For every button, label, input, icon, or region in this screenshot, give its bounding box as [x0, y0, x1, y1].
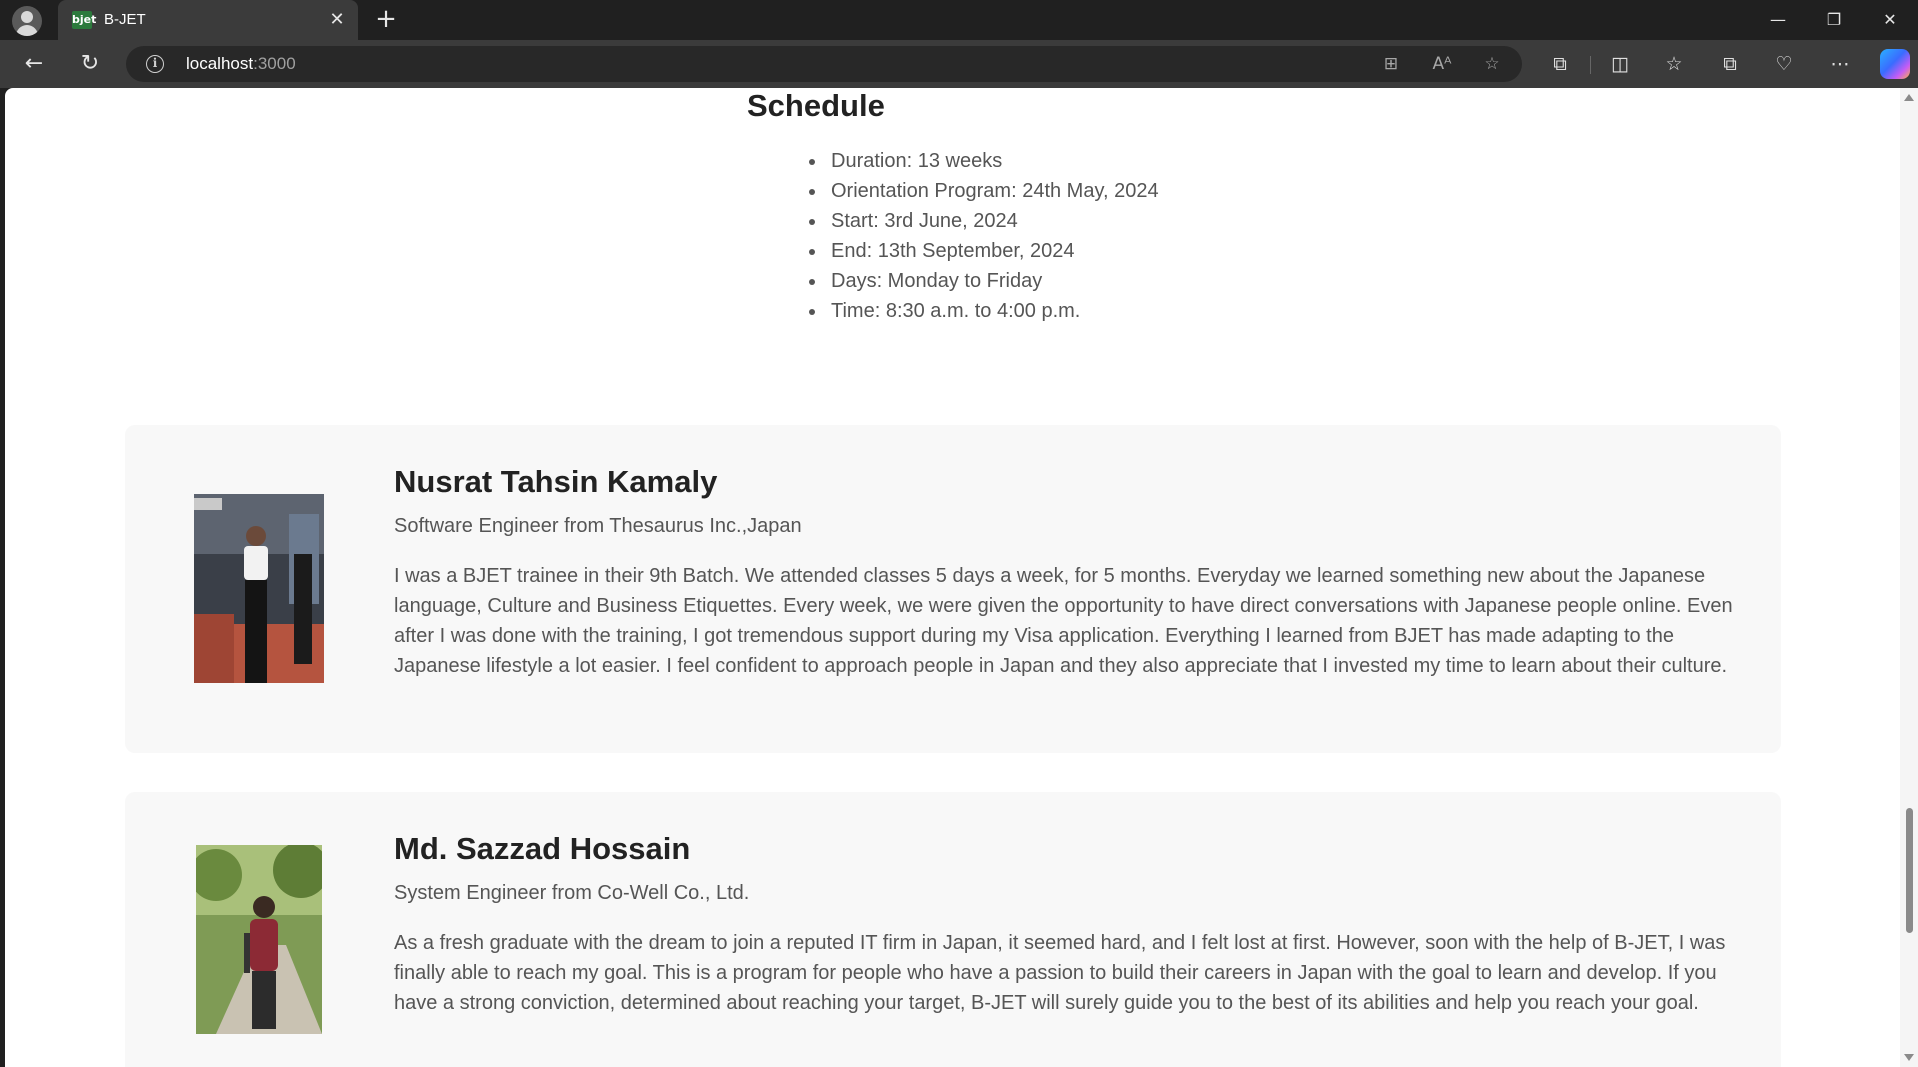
schedule-item: Duration: 13 weeks	[827, 146, 1159, 176]
testimonial-name: Nusrat Tahsin Kamaly	[394, 464, 718, 499]
testimonial-role: System Engineer from Co-Well Co., Ltd.	[394, 882, 750, 904]
testimonial-name: Md. Sazzad Hossain	[394, 831, 691, 866]
window-close-icon[interactable]: ✕	[1862, 0, 1918, 40]
puzzle-icon[interactable]: ⧉	[1546, 50, 1574, 78]
info-icon[interactable]: i	[146, 55, 164, 73]
schedule-item: Time: 8:30 a.m. to 4:00 p.m.	[827, 296, 1159, 326]
browser-tab-active[interactable]: bjet B-JET ✕	[58, 0, 358, 40]
back-arrow-icon[interactable]: ←	[18, 48, 50, 80]
address-bar[interactable]: i localhost:3000 ⊞ Aᴬ ☆	[126, 46, 1522, 82]
tab-title: B-JET	[104, 11, 146, 28]
testimonial-text: I was a BJET trainee in their 9th Batch.…	[394, 565, 1733, 677]
url-port: :3000	[253, 54, 296, 73]
more-icon[interactable]: ⋯	[1826, 50, 1854, 78]
close-tab-icon[interactable]: ✕	[326, 9, 348, 31]
testimonial-photo	[196, 845, 322, 1034]
bjet-favicon-icon: bjet	[72, 11, 96, 29]
scroll-down-arrow-icon[interactable]	[1904, 1054, 1914, 1061]
collections-icon[interactable]: ⧉	[1716, 50, 1744, 78]
schedule-heading: Schedule	[747, 88, 885, 123]
copilot-icon[interactable]	[1880, 49, 1910, 79]
testimonial-text: As a fresh graduate with the dream to jo…	[394, 932, 1726, 1014]
testimonial-card: Md. Sazzad Hossain System Engineer from …	[125, 792, 1781, 1067]
split-screen-icon[interactable]: ◫	[1606, 50, 1634, 78]
schedule-item: Days: Monday to Friday	[827, 266, 1159, 296]
toolbar-divider	[1590, 56, 1591, 74]
scrollbar-thumb[interactable]	[1906, 808, 1913, 933]
schedule-item: Start: 3rd June, 2024	[827, 206, 1159, 236]
vertical-scrollbar[interactable]	[1900, 88, 1918, 1067]
browser-toolbar: ← ↻ i localhost:3000 ⊞ Aᴬ ☆ ⧉ ◫ ☆ ⧉ ♡ ⋯	[0, 40, 1918, 88]
star-icon[interactable]: ☆	[1481, 53, 1503, 75]
favorites-icon[interactable]: ☆	[1660, 50, 1688, 78]
tab-strip: bjet B-JET ✕ + — ❐ ✕	[0, 0, 1918, 40]
new-tab-icon[interactable]: +	[372, 6, 400, 34]
heart-pulse-icon[interactable]: ♡	[1770, 50, 1798, 78]
testimonial-card: Nusrat Tahsin Kamaly Software Engineer f…	[125, 425, 1781, 753]
profile-avatar[interactable]	[12, 6, 42, 36]
schedule-item: Orientation Program: 24th May, 2024	[827, 176, 1159, 206]
refresh-icon[interactable]: ↻	[74, 48, 106, 80]
testimonial-photo	[194, 494, 324, 683]
minimize-icon[interactable]: —	[1750, 0, 1806, 40]
read-aloud-icon[interactable]: Aᴬ	[1431, 53, 1453, 75]
page-viewport: Schedule Duration: 13 weeks Orientation …	[5, 88, 1918, 1067]
restore-icon[interactable]: ❐	[1806, 0, 1862, 40]
schedule-item: End: 13th September, 2024	[827, 236, 1159, 266]
schedule-list: Duration: 13 weeks Orientation Program: …	[827, 146, 1159, 326]
url-host: localhost	[186, 54, 254, 73]
url-text[interactable]: localhost:3000	[186, 54, 296, 74]
testimonial-role: Software Engineer from Thesaurus Inc.,Ja…	[394, 515, 802, 537]
app-available-icon[interactable]: ⊞	[1380, 53, 1402, 75]
scroll-up-arrow-icon[interactable]	[1904, 94, 1914, 101]
